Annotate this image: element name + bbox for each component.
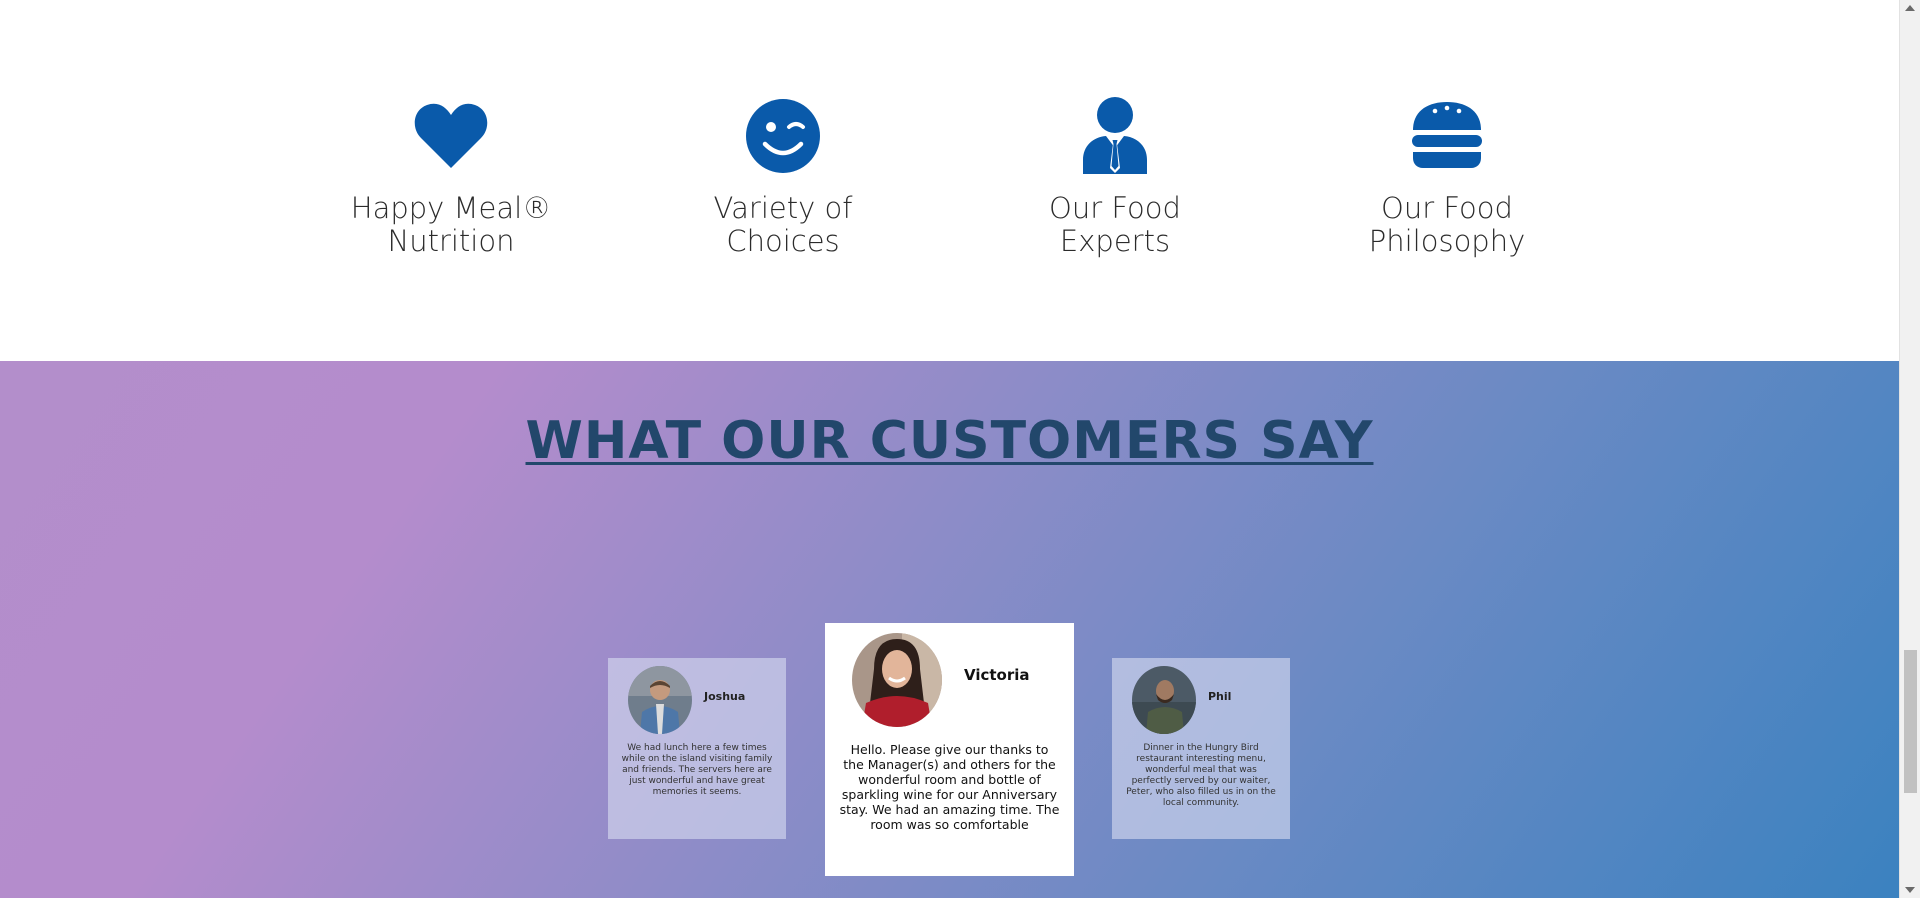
- feature-label-line: Experts: [1059, 224, 1171, 258]
- scroll-up-arrow-icon[interactable]: [1905, 5, 1915, 11]
- feature-label-line: Our Food: [1381, 191, 1513, 225]
- feature-label: Variety of Choices: [653, 192, 913, 258]
- feature-label: Happy Meal® Nutrition: [321, 192, 581, 258]
- feature-label-line: Our Food: [1049, 191, 1181, 225]
- feature-label-line: Variety of: [713, 191, 853, 225]
- review-text: Hello. Please give our thanks to the Man…: [839, 742, 1060, 832]
- person-tie-icon: [985, 96, 1245, 176]
- feature-our-food-experts[interactable]: Our Food Experts: [985, 96, 1245, 258]
- reviewer-name: Joshua: [704, 690, 746, 703]
- feature-our-food-philosophy[interactable]: Our Food Philosophy: [1317, 96, 1577, 258]
- vertical-scrollbar[interactable]: [1899, 0, 1920, 898]
- reviewer-name: Phil: [1208, 690, 1232, 703]
- feature-label-line: Nutrition: [387, 224, 515, 258]
- testimonial-card-joshua[interactable]: Joshua We had lunch here a few times whi…: [608, 658, 786, 839]
- feature-happy-meal-nutrition[interactable]: Happy Meal® Nutrition: [321, 96, 581, 258]
- feature-label-line: Philosophy: [1368, 224, 1526, 258]
- feature-label-line: Choices: [726, 224, 840, 258]
- avatar: [852, 633, 942, 727]
- testimonial-card-victoria[interactable]: Victoria Hello. Please give our thanks t…: [825, 623, 1074, 876]
- testimonial-card-phil[interactable]: Phil Dinner in the Hungry Bird restauran…: [1112, 658, 1290, 839]
- review-text: Dinner in the Hungry Bird restaurant int…: [1126, 743, 1276, 808]
- reviewer-name: Victoria: [964, 666, 1030, 684]
- heart-icon: [321, 96, 581, 176]
- burger-icon: [1317, 96, 1577, 176]
- features-section: Happy Meal® Nutrition Variety of Choices: [0, 0, 1899, 361]
- scroll-down-arrow-icon[interactable]: [1905, 887, 1915, 893]
- wink-face-icon: [653, 96, 913, 176]
- scroll-thumb[interactable]: [1904, 650, 1917, 793]
- feature-variety-of-choices[interactable]: Variety of Choices: [653, 96, 913, 258]
- testimonials-section: WHAT OUR CUSTOMERS SAY Joshua We had lun…: [0, 361, 1899, 898]
- review-text: We had lunch here a few times while on t…: [621, 743, 773, 797]
- feature-label: Our Food Experts: [985, 192, 1245, 258]
- feature-label-line: Happy Meal®: [350, 191, 552, 225]
- avatar: [628, 666, 692, 734]
- section-title: WHAT OUR CUSTOMERS SAY: [525, 411, 1374, 471]
- avatar: [1132, 666, 1196, 734]
- feature-label: Our Food Philosophy: [1317, 192, 1577, 258]
